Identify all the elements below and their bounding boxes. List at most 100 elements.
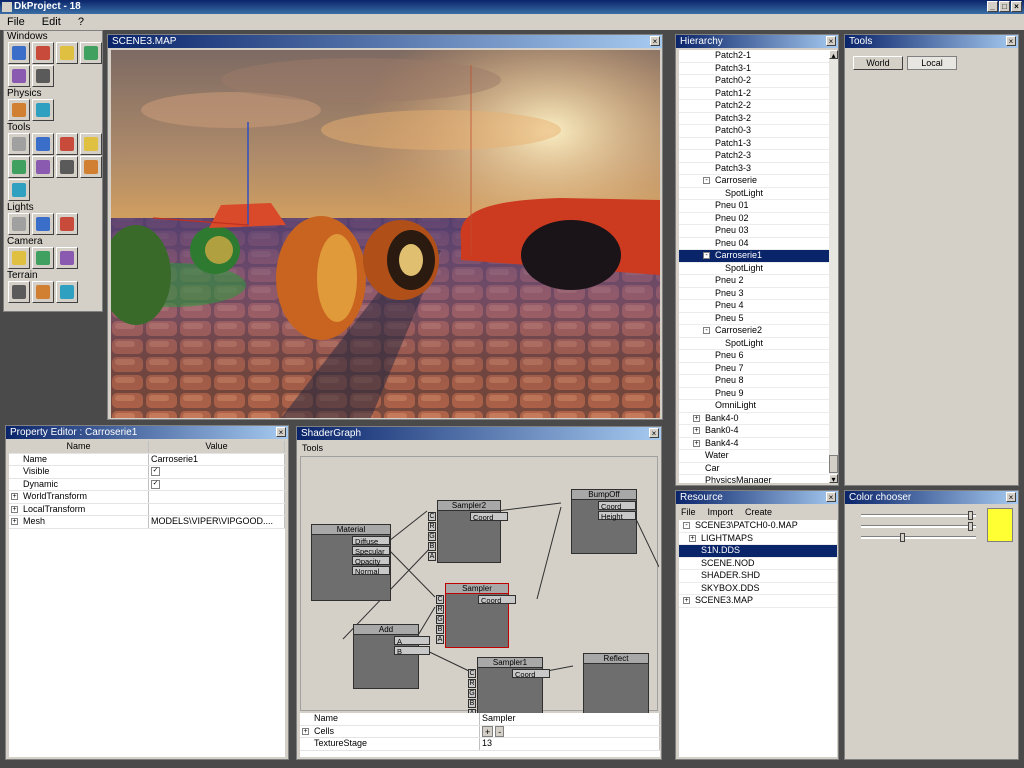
- column-header-name[interactable]: Name: [9, 441, 149, 453]
- tree-item[interactable]: - SCENE3\PATCH0-0.MAP: [679, 520, 837, 533]
- shader-graph-canvas[interactable]: Material Diffuse Specular Opacity Normal Samp…: [300, 456, 659, 722]
- resource-menu-import[interactable]: Import: [708, 507, 734, 517]
- property-value-cell[interactable]: Carroserie1: [149, 453, 285, 465]
- tree-item[interactable]: Patch0-3: [679, 125, 829, 138]
- tree-item[interactable]: + Bank4-0: [679, 413, 829, 425]
- shader-node-sampler2[interactable]: Sampler2 Coord C R G B A: [428, 500, 508, 563]
- maximize-icon[interactable]: □: [999, 1, 1010, 12]
- tree-item[interactable]: SpotLight: [679, 263, 829, 275]
- resource-menu-create[interactable]: Create: [745, 507, 772, 517]
- checkbox[interactable]: ✓: [151, 479, 160, 489]
- minimize-icon[interactable]: _: [987, 1, 998, 12]
- tree-item[interactable]: + Bank4-4: [679, 438, 829, 450]
- tree-item[interactable]: Pneu 7: [679, 363, 829, 375]
- menu-edit[interactable]: Edit: [35, 14, 68, 30]
- checkbox[interactable]: ✓: [151, 467, 160, 477]
- local-button[interactable]: Local: [907, 56, 957, 70]
- link-tool-button[interactable]: [8, 133, 30, 155]
- tree-item[interactable]: - Carroserie2: [679, 325, 829, 338]
- shader-node-bumpoff[interactable]: BumpOff Coord Height: [571, 489, 637, 554]
- expand-icon[interactable]: +: [689, 534, 696, 542]
- tree-item[interactable]: Pneu 2: [679, 275, 829, 288]
- column-header-value[interactable]: Value: [149, 441, 285, 453]
- expand-icon[interactable]: +: [11, 505, 18, 513]
- collapse-icon[interactable]: -: [703, 177, 710, 184]
- tree-item[interactable]: + LIGHTMAPS: [679, 533, 837, 545]
- hierarchy-scrollbar[interactable]: ▴ ▾: [829, 50, 838, 484]
- close-icon[interactable]: ×: [276, 427, 286, 437]
- tree-item[interactable]: + SCENE3.MAP: [679, 595, 837, 608]
- curve-tool-button[interactable]: [32, 133, 54, 155]
- monitor-window-button[interactable]: [80, 42, 102, 64]
- shader-node-add[interactable]: Add A B: [353, 624, 430, 689]
- tree-item[interactable]: Pneu 01: [679, 200, 829, 213]
- output-port[interactable]: Diffuse: [352, 536, 390, 546]
- spot-light-button[interactable]: [8, 213, 30, 235]
- scroll-down-icon[interactable]: ▾: [829, 474, 838, 484]
- search-window-button[interactable]: [32, 42, 54, 64]
- directional-light-button[interactable]: [56, 213, 78, 235]
- input-port[interactable]: A: [394, 636, 430, 646]
- scroll-up-icon[interactable]: ▴: [829, 50, 838, 60]
- color-swatch[interactable]: [987, 508, 1013, 542]
- expand-icon[interactable]: +: [302, 727, 309, 735]
- output-port[interactable]: Opacity: [352, 556, 390, 566]
- camera-target-button[interactable]: [8, 247, 30, 269]
- color-slider-thumb[interactable]: [968, 522, 973, 531]
- select-move-tool-button[interactable]: [80, 133, 102, 155]
- input-port[interactable]: A: [436, 635, 444, 644]
- input-port[interactable]: B: [428, 542, 436, 551]
- tree-item[interactable]: SHADER.SHD: [679, 570, 837, 583]
- output-port[interactable]: Height: [598, 511, 636, 521]
- door-tool-button[interactable]: [8, 179, 30, 201]
- expand-icon[interactable]: +: [683, 597, 690, 604]
- output-port[interactable]: Coord: [478, 595, 516, 605]
- tree-item[interactable]: - Carroserie: [679, 175, 829, 188]
- color-slider-track[interactable]: [861, 533, 976, 542]
- rotate-tool-button[interactable]: [56, 156, 78, 178]
- property-value-cell[interactable]: ✓: [149, 478, 285, 490]
- shader-property-value-cell[interactable]: 13: [480, 738, 660, 750]
- tree-item[interactable]: Patch2-2: [679, 100, 829, 113]
- collapse-icon[interactable]: -: [703, 252, 710, 259]
- paint-tool-button[interactable]: [8, 156, 30, 178]
- expand-icon[interactable]: +: [693, 439, 700, 447]
- shader-node-sampler[interactable]: Sampler Coord C R G B A: [436, 583, 516, 648]
- physics-car-button[interactable]: [32, 99, 54, 121]
- output-port[interactable]: Coord: [598, 501, 636, 511]
- color-slider-thumb[interactable]: [900, 533, 905, 542]
- tree-item[interactable]: Pneu 9: [679, 388, 829, 400]
- tree-item[interactable]: - Carroserie1: [679, 250, 829, 263]
- tree-item[interactable]: Water: [679, 450, 829, 463]
- output-port[interactable]: Specular: [352, 546, 390, 556]
- small-window-button[interactable]: [8, 65, 30, 87]
- terrain-paint-button[interactable]: [32, 281, 54, 303]
- shader-property-value-cell[interactable]: + -: [480, 725, 660, 737]
- tree-item[interactable]: S1N.DDS: [679, 545, 837, 558]
- close-icon[interactable]: ×: [1006, 492, 1016, 502]
- terrain-raise-button[interactable]: [8, 281, 30, 303]
- input-port[interactable]: R: [428, 522, 436, 531]
- expand-icon[interactable]: +: [693, 414, 700, 422]
- omni-light-button[interactable]: [32, 213, 54, 235]
- collapse-icon[interactable]: -: [703, 327, 710, 334]
- color-slider-thumb[interactable]: [968, 511, 973, 520]
- tree-item[interactable]: SpotLight: [679, 188, 829, 200]
- collapse-icon[interactable]: -: [683, 522, 690, 529]
- tree-item[interactable]: OmniLight: [679, 400, 829, 413]
- color-slider-track[interactable]: [861, 511, 976, 520]
- close-icon[interactable]: ×: [649, 428, 659, 438]
- shader-graph-tools-menu[interactable]: Tools: [302, 443, 323, 453]
- grid-window-button[interactable]: [8, 42, 30, 64]
- tree-item[interactable]: Patch3-2: [679, 113, 829, 125]
- tree-item[interactable]: SCENE.NOD: [679, 558, 837, 570]
- tree-item[interactable]: Patch1-3: [679, 138, 829, 150]
- tree-item[interactable]: Patch2-1: [679, 50, 829, 63]
- palette-window-button[interactable]: [32, 65, 54, 87]
- resource-menu-file[interactable]: File: [681, 507, 696, 517]
- tree-item[interactable]: Pneu 02: [679, 213, 829, 225]
- close-icon[interactable]: ×: [650, 36, 660, 46]
- shader-property-value-cell[interactable]: Sampler: [480, 713, 660, 725]
- output-port[interactable]: Coord: [512, 669, 550, 679]
- tree-item[interactable]: PhysicsManager: [679, 475, 829, 483]
